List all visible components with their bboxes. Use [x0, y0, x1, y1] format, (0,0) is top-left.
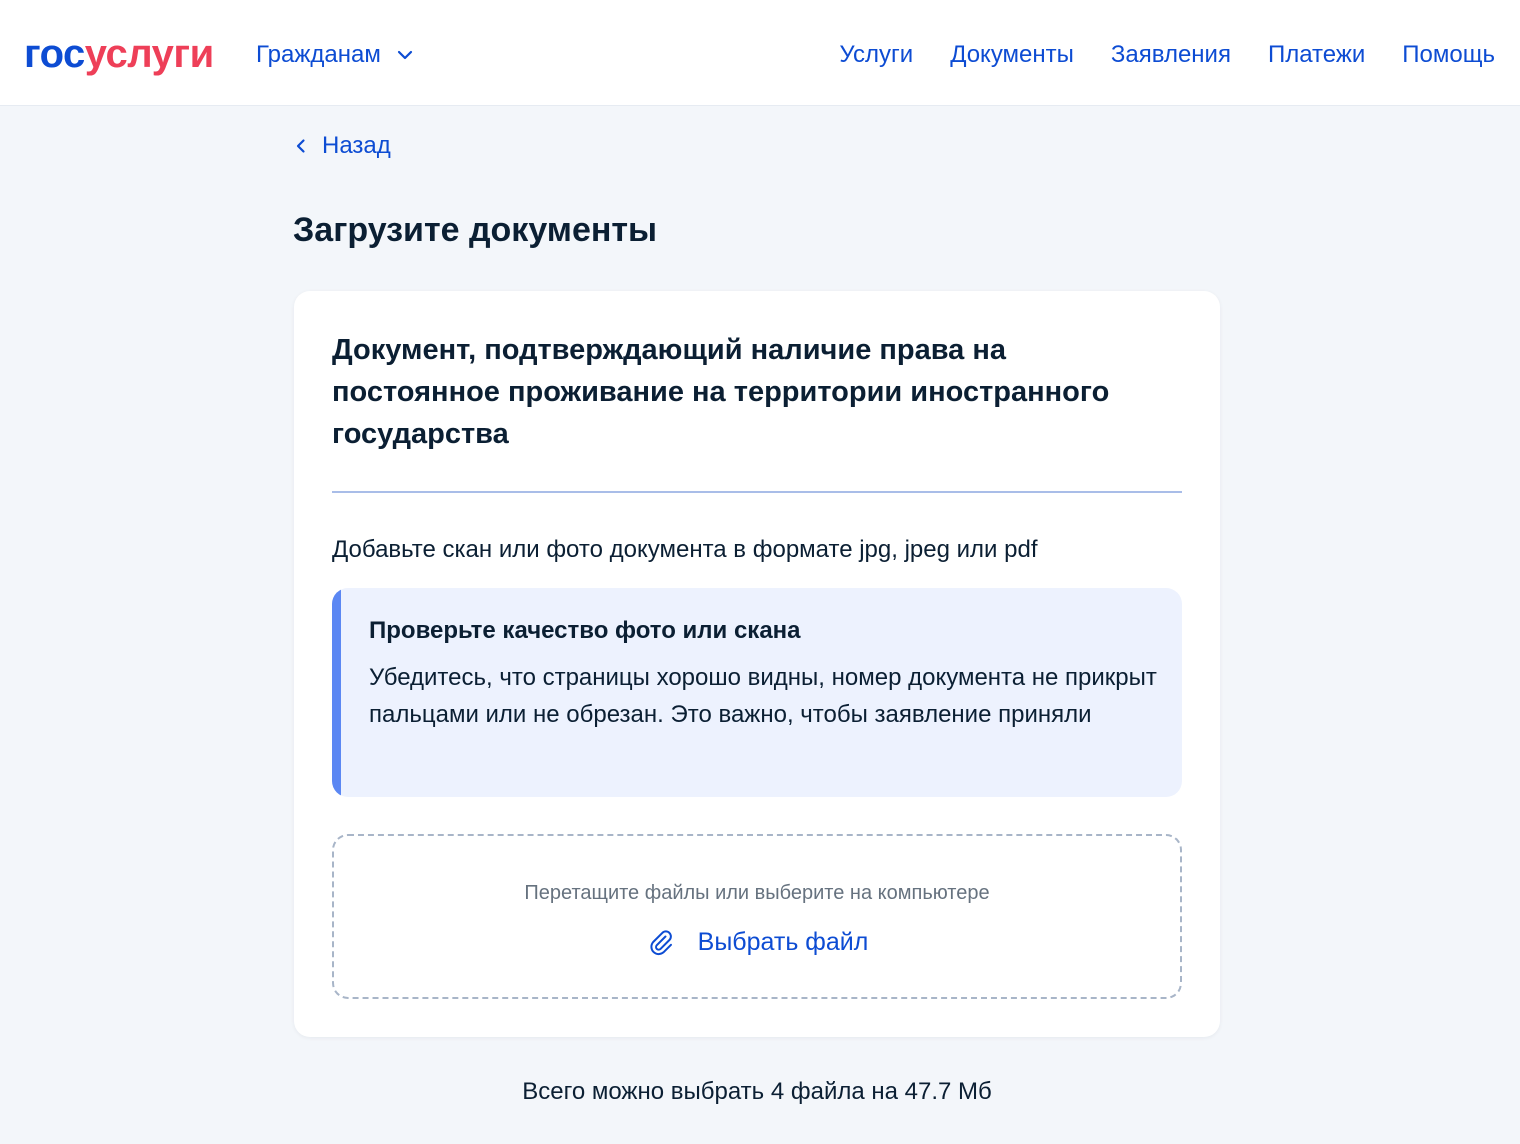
notice-accent-bar — [332, 588, 341, 797]
divider — [332, 491, 1182, 493]
dropzone-text: Перетащите файлы или выберите на компьют… — [524, 882, 990, 904]
main-nav: Услуги Документы Заявления Платежи Помощ… — [839, 38, 1495, 72]
choose-file-label: Выбрать файл — [697, 928, 869, 956]
document-title: Документ, подтверждающий наличие права н… — [332, 334, 1110, 450]
upload-card: Документ, подтверждающий наличие права н… — [294, 291, 1220, 1037]
gosuslugi-logo[interactable]: госуслуги — [24, 30, 214, 78]
nav-item-documents[interactable]: Документы — [950, 38, 1074, 72]
quality-notice: Проверьте качество фото или скана Убедит… — [332, 588, 1182, 797]
notice-text: Убедитесь, что страницы хорошо видны, но… — [369, 664, 1157, 728]
page-title: Загрузите документы — [293, 211, 658, 249]
file-limit-text: Всего можно выбрать 4 файла на 47.7 Мб — [522, 1078, 992, 1105]
logo-part-gos: гос — [24, 32, 85, 76]
paperclip-icon — [650, 930, 672, 956]
audience-label: Гражданам — [256, 41, 381, 68]
logo-part-uslugi: услуги — [84, 32, 214, 76]
choose-file-button[interactable]: Выбрать файл — [334, 924, 1180, 960]
back-link[interactable]: Назад — [292, 128, 391, 164]
file-dropzone[interactable]: Перетащите файлы или выберите на компьют… — [332, 834, 1182, 999]
audience-dropdown[interactable]: Гражданам — [256, 38, 415, 72]
nav-item-help[interactable]: Помощь — [1402, 38, 1495, 72]
nav-item-payments[interactable]: Платежи — [1268, 38, 1365, 72]
chevron-down-icon — [397, 50, 412, 60]
notice-title: Проверьте качество фото или скана — [369, 617, 801, 644]
nav-item-applications[interactable]: Заявления — [1111, 38, 1231, 72]
chevron-left-icon — [296, 139, 305, 153]
back-label: Назад — [322, 132, 391, 159]
nav-item-uslugi[interactable]: Услуги — [839, 38, 913, 72]
top-header: госуслуги Гражданам Услуги Документы Зая… — [0, 0, 1520, 106]
format-hint: Добавьте скан или фото документа в форма… — [332, 536, 1038, 563]
